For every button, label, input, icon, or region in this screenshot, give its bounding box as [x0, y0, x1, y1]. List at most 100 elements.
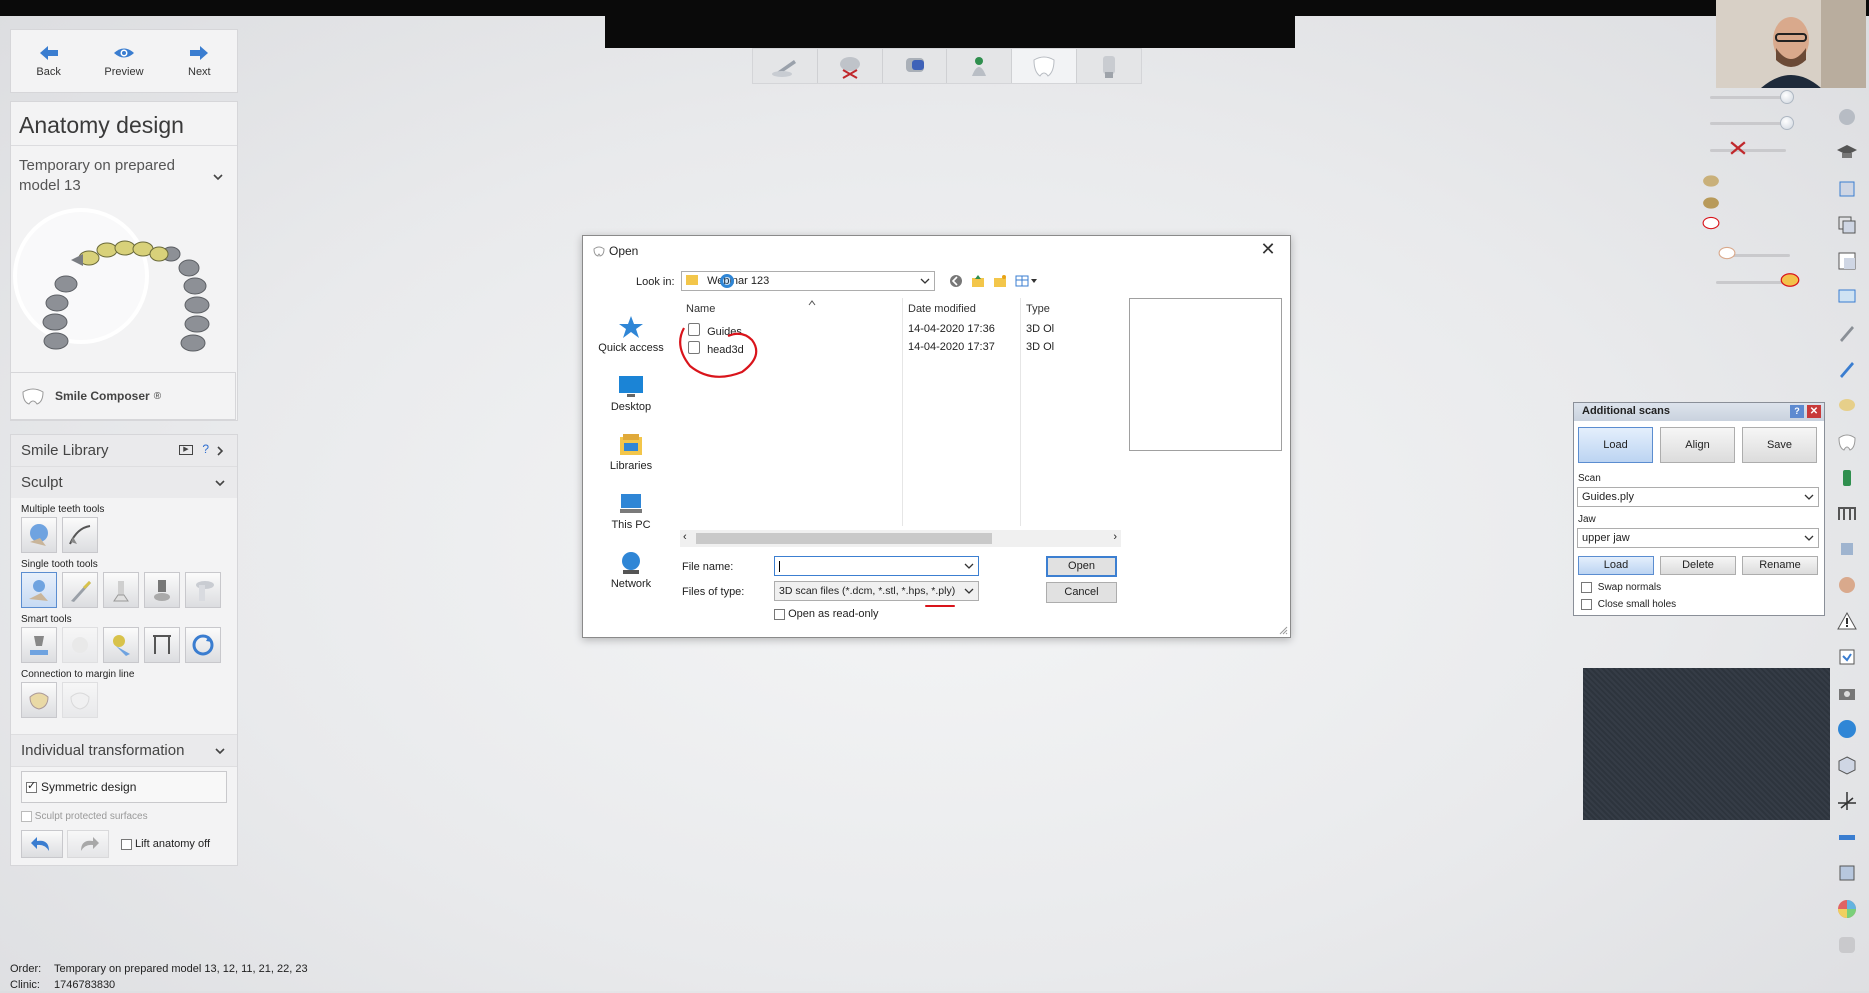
scissors-icon[interactable]	[1728, 140, 1748, 156]
smile-library-section[interactable]: Smile Library ▶ ?	[11, 435, 237, 467]
bridge-icon[interactable]	[1836, 502, 1858, 524]
redo-button[interactable]	[67, 830, 109, 859]
horizontal-scrollbar[interactable]: ‹ ›	[680, 530, 1121, 547]
crown-gold-icon[interactable]	[1836, 394, 1858, 416]
single-morph-tool[interactable]	[21, 572, 57, 608]
step-finish-icon[interactable]	[1077, 49, 1141, 83]
align-tab[interactable]: Align	[1660, 427, 1735, 463]
symmetric-design-row[interactable]: Symmetric design	[21, 771, 227, 803]
sculpt-protected-row[interactable]: Sculpt protected surfaces	[21, 811, 227, 822]
ruler-icon[interactable]	[1836, 826, 1858, 848]
step-implant-icon[interactable]	[947, 49, 1013, 83]
rename-button[interactable]: Rename	[1742, 556, 1818, 575]
window-icon[interactable]	[1836, 250, 1858, 272]
margin-connect-tool-2[interactable]	[62, 682, 98, 718]
tooth-red-icon[interactable]	[1702, 216, 1720, 230]
video-icon[interactable]: ▶	[179, 445, 193, 455]
color-wheel-icon[interactable]	[1836, 898, 1858, 920]
undo-button[interactable]	[21, 830, 63, 859]
tooth-white-icon[interactable]	[1836, 430, 1858, 452]
implant-icon[interactable]	[1836, 538, 1858, 560]
gum-icon[interactable]	[1702, 174, 1720, 188]
scan-select[interactable]: Guides.ply	[1577, 487, 1819, 507]
view-menu-icon[interactable]	[1015, 274, 1037, 288]
swap-normals-checkbox[interactable]	[1581, 582, 1592, 593]
next-button[interactable]: Next	[162, 30, 237, 92]
read-only-checkbox[interactable]	[774, 608, 785, 620]
multi-morph-tool[interactable]	[21, 517, 57, 553]
close-icon[interactable]: ✕	[1807, 405, 1821, 418]
sculpt-protected-checkbox[interactable]	[21, 811, 32, 822]
close-small-holes-checkbox[interactable]	[1581, 599, 1592, 610]
network-item[interactable]: Network	[591, 540, 671, 599]
sphere-icon[interactable]	[1836, 106, 1858, 128]
measure-tool[interactable]	[144, 627, 180, 663]
smile-composer-button[interactable]: Smile Composer ®	[10, 372, 236, 420]
individual-transformation-section[interactable]: Individual transformation	[11, 734, 237, 767]
multi-sculpt-tool[interactable]	[62, 517, 98, 553]
bottle-icon[interactable]	[1836, 466, 1858, 488]
save-tab[interactable]: Save	[1742, 427, 1817, 463]
slider-knob[interactable]	[1780, 90, 1794, 104]
add-material-tool[interactable]	[103, 572, 139, 608]
open-button[interactable]: Open	[1046, 556, 1117, 577]
step-margin-icon[interactable]	[753, 49, 818, 83]
crown-slider-icon[interactable]	[1780, 272, 1800, 288]
pen-icon[interactable]	[1836, 322, 1858, 344]
pencil-icon[interactable]	[1836, 358, 1858, 380]
libraries-item[interactable]: Libraries	[591, 422, 671, 481]
monitor-icon[interactable]	[1836, 286, 1858, 308]
smooth-tool[interactable]	[144, 572, 180, 608]
model-selector[interactable]: Temporary on prepared model 13	[11, 146, 237, 206]
scroll-left-icon[interactable]: ‹	[683, 531, 687, 543]
preview-button[interactable]: Preview	[86, 30, 161, 92]
jaw-blue-icon[interactable]	[1836, 718, 1858, 740]
contact-tool[interactable]	[21, 627, 57, 663]
back-button[interactable]: Back	[11, 30, 86, 92]
desktop-item[interactable]: Desktop	[591, 363, 671, 422]
box-icon[interactable]	[1836, 754, 1858, 776]
step-cut-icon[interactable]	[818, 49, 883, 83]
chevron-down-icon[interactable]	[215, 478, 225, 488]
margin-connect-tool[interactable]	[21, 682, 57, 718]
lift-anatomy-checkbox[interactable]	[121, 838, 132, 850]
camera-icon[interactable]	[1836, 682, 1858, 704]
swap-normals-row[interactable]: Swap normals	[1581, 582, 1661, 593]
read-only-row[interactable]: Open as read-only	[774, 608, 879, 620]
step-align-icon[interactable]	[883, 49, 948, 83]
help-link[interactable]: ?	[202, 442, 209, 456]
close-icon[interactable]: ✕	[1258, 239, 1278, 260]
step-anatomy-icon[interactable]	[1012, 49, 1078, 83]
knife-tool[interactable]	[62, 572, 98, 608]
resize-grip-icon[interactable]	[1278, 625, 1288, 635]
close-small-holes-row[interactable]: Close small holes	[1581, 599, 1676, 610]
graduation-cap-icon[interactable]	[1836, 142, 1858, 164]
reset-tool[interactable]	[185, 627, 221, 663]
warning-icon[interactable]	[1836, 610, 1858, 632]
cube-icon[interactable]	[1836, 178, 1858, 200]
adapt-tool[interactable]	[103, 627, 139, 663]
tooth-slider-icon[interactable]	[1718, 246, 1736, 260]
this-pc-item[interactable]: This PC	[591, 481, 671, 540]
disabled-smart-tool[interactable]	[62, 627, 98, 663]
quick-access-item[interactable]: Quick access	[591, 304, 671, 363]
chevron-down-icon[interactable]	[215, 746, 225, 756]
sculpt-section[interactable]: Sculpt	[11, 467, 237, 498]
jaw-select[interactable]: upper jaw	[1577, 528, 1819, 548]
load-tab[interactable]: Load	[1578, 427, 1653, 463]
load-button[interactable]: Load	[1578, 556, 1654, 575]
file-name-input[interactable]	[774, 556, 979, 576]
column-header-type[interactable]: Type	[1026, 303, 1050, 321]
flatten-tool[interactable]	[185, 572, 221, 608]
column-header-date[interactable]: Date modified	[908, 303, 976, 321]
axis-icon[interactable]	[1836, 790, 1858, 812]
symmetric-design-checkbox[interactable]	[26, 779, 37, 793]
model-icon[interactable]	[1702, 196, 1720, 210]
scrollbar-thumb[interactable]	[696, 533, 992, 544]
dental-arch-icon[interactable]	[11, 206, 237, 366]
chevron-right-icon[interactable]	[215, 446, 225, 456]
face-icon[interactable]	[1836, 574, 1858, 596]
scroll-right-icon[interactable]: ›	[1113, 531, 1117, 543]
delete-button[interactable]: Delete	[1660, 556, 1736, 575]
help-icon[interactable]: ?	[1790, 405, 1804, 418]
